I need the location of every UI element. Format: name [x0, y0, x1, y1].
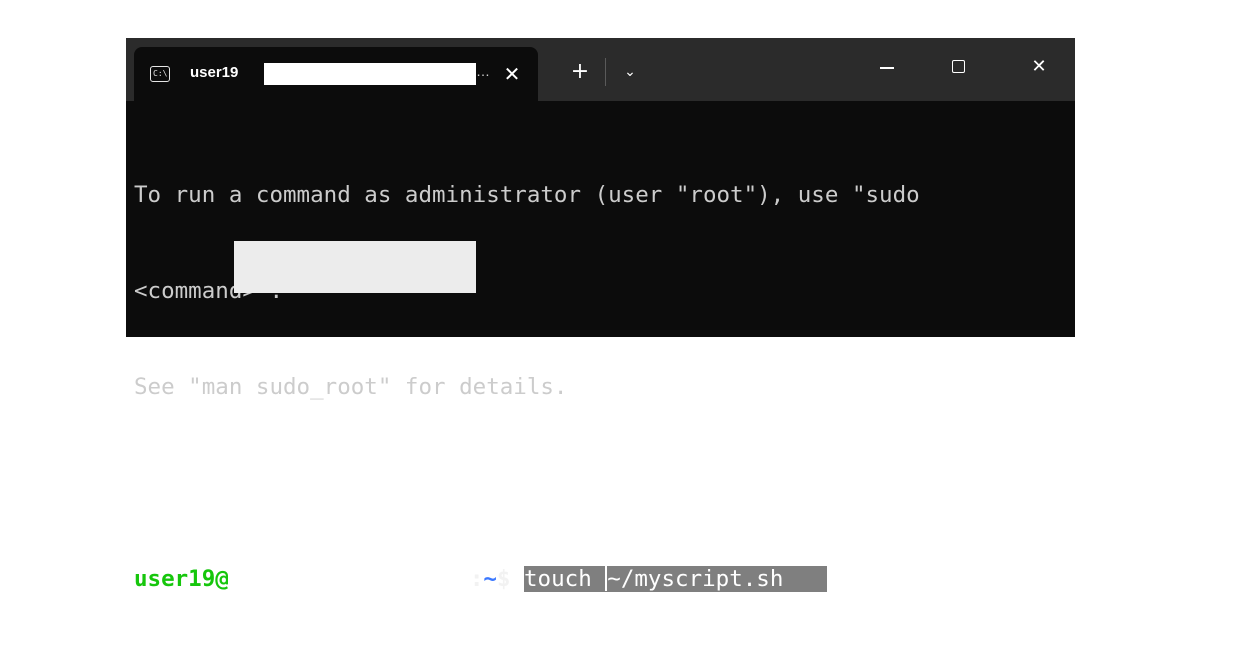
terminal-output[interactable]: To run a command as administrator (user …	[134, 115, 920, 659]
prompt-line: user19@:~$ touch ~/myscript.sh	[134, 563, 920, 595]
terminal-window: C:\ user19 … ✕ + ⌄ ✕ To run a command as…	[126, 38, 1075, 592]
maximize-icon	[952, 60, 965, 73]
tab-title-ellipsis: …	[476, 63, 490, 79]
chevron-down-icon[interactable]: ⌄	[616, 58, 644, 86]
minimize-icon	[880, 67, 894, 69]
redaction-box	[234, 241, 476, 293]
new-tab-button[interactable]: +	[566, 58, 594, 86]
close-button[interactable]: ✕	[1016, 52, 1062, 82]
command-selection[interactable]: touch ~/myscript.sh	[524, 565, 828, 592]
terminal-icon: C:\	[150, 66, 170, 82]
prompt-dollar: $	[496, 566, 525, 592]
maximize-button[interactable]	[936, 52, 982, 82]
tab-title: user19	[190, 64, 239, 81]
output-line: To run a command as administrator (user …	[134, 182, 920, 208]
prompt-user-host: user19@	[134, 566, 229, 592]
command-text: ~/myscript.sh	[607, 566, 784, 592]
prompt-colon: :	[469, 566, 484, 592]
divider	[605, 58, 606, 86]
minimize-button[interactable]	[864, 52, 910, 82]
tab-active[interactable]: C:\ user19 … ✕	[134, 47, 538, 101]
title-bar: C:\ user19 … ✕ + ⌄ ✕	[126, 38, 1075, 101]
prompt-path: ~	[483, 566, 497, 592]
tab-close-icon[interactable]: ✕	[500, 62, 524, 86]
redaction-box	[264, 63, 476, 85]
output-line: See "man sudo_root" for details.	[134, 374, 568, 400]
command-text: touch	[524, 566, 606, 592]
